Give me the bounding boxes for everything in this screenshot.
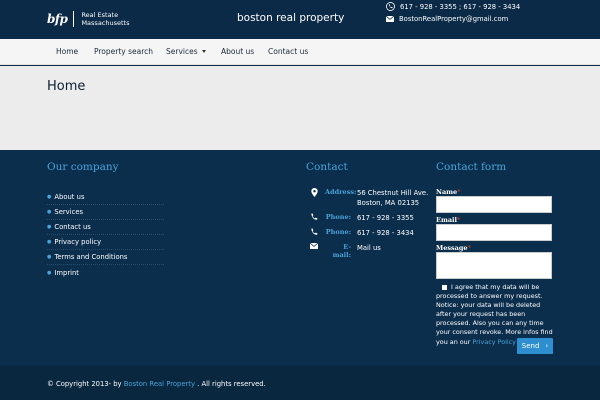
phone2-label: Phone:: [325, 228, 351, 236]
required-mark: *: [457, 188, 461, 196]
company-link-about-us[interactable]: ● About us: [47, 190, 164, 205]
company-link-services[interactable]: ● Services: [47, 205, 164, 220]
email-label-text: Email: [436, 216, 457, 224]
location-pin-icon: [309, 188, 319, 197]
message-label: Message*: [436, 244, 471, 252]
link-label: Services: [54, 208, 84, 216]
phone-icon: [386, 2, 395, 11]
required-mark: *: [467, 244, 471, 252]
header-phone: 617 - 928 - 3355 ; 617 - 928 - 3434: [386, 2, 520, 11]
logo-divider: [73, 11, 75, 27]
nav-item-services[interactable]: Services: [166, 39, 198, 65]
site-header: bfp Real Estate Massachusetts boston rea…: [0, 0, 600, 39]
company-link-terms[interactable]: ● Terms and Conditions: [47, 250, 164, 265]
name-input[interactable]: [436, 196, 552, 213]
bullet-icon: ●: [47, 194, 52, 200]
contact-email: E-mail: Mail us: [309, 243, 381, 259]
nav-item-property-search[interactable]: Property search: [94, 39, 153, 65]
nav-item-about-us[interactable]: About us: [221, 39, 254, 65]
main-content: Home: [0, 66, 600, 150]
copyright-suffix: . All rights reserved.: [194, 380, 266, 388]
email-label: E-mail:: [332, 243, 351, 259]
name-label: Name*: [436, 188, 461, 196]
company-link-imprint[interactable]: ● Imprint: [47, 265, 164, 280]
contact-phone-2: Phone: 617 - 928 - 3434: [309, 228, 414, 238]
contact-address: Address: 56 Chestnut Hill Ave. Boston, M…: [309, 188, 428, 208]
mail-icon: [386, 16, 394, 22]
company-links: ● About us ● Services ● Contact us ● Privacy…: [47, 190, 164, 280]
page-title: Home: [47, 79, 86, 94]
site-name: boston real property: [237, 12, 345, 24]
link-label: Contact us: [54, 223, 91, 231]
company-title: Our company: [47, 161, 119, 173]
required-mark: *: [456, 216, 461, 224]
nav-item-home[interactable]: Home: [56, 39, 78, 65]
contact-form-title: Contact form: [436, 161, 507, 173]
address-label: Address:: [325, 188, 357, 196]
bullet-icon: ●: [47, 239, 52, 245]
bullet-icon: ●: [47, 224, 52, 230]
copyright-link[interactable]: Boston Real Property: [124, 380, 195, 388]
send-label: Send: [521, 342, 540, 350]
company-link-privacy-policy[interactable]: ● Privacy policy: [47, 235, 164, 250]
phone-icon: [309, 228, 319, 236]
contact-title: Contact: [306, 161, 348, 173]
header-email-text: BostonRealProperty@gmail.com: [399, 15, 509, 23]
email-input[interactable]: [436, 224, 552, 241]
consent-text: I agree that my data will be processed t…: [436, 283, 553, 346]
send-button[interactable]: Send ›: [517, 338, 553, 354]
logo-mark: bfp: [47, 12, 68, 26]
logo-line-2: Massachusetts: [81, 19, 130, 27]
link-label: Privacy policy: [54, 238, 102, 246]
name-label-text: Name: [436, 188, 458, 196]
message-label-text: Message: [436, 244, 468, 252]
logo-text: Real Estate Massachusetts: [81, 11, 129, 27]
header-email[interactable]: BostonRealProperty@gmail.com: [386, 15, 508, 23]
copyright-prefix: © Copyright 2013- by: [47, 380, 124, 388]
email-field-label: Email*: [436, 216, 460, 224]
phone1-label: Phone:: [325, 213, 351, 221]
header-phone-text: 617 - 928 - 3355 ; 617 - 928 - 3434: [400, 2, 521, 11]
chevron-down-icon[interactable]: [202, 50, 206, 53]
bullet-icon: ●: [47, 269, 52, 276]
consent-checkbox[interactable]: [442, 284, 447, 290]
address-value: 56 Chestnut Hill Ave. Boston, MA 02135: [357, 188, 428, 208]
message-textarea[interactable]: [436, 252, 552, 279]
phone2-value[interactable]: 617 - 928 - 3434: [357, 228, 414, 238]
logo-line-1: Real Estate: [81, 11, 119, 19]
address-line-2: Boston, MA 02135: [357, 199, 420, 207]
bullet-icon: ●: [47, 254, 52, 260]
company-link-contact-us[interactable]: ● Contact us: [47, 220, 164, 235]
phone1-value[interactable]: 617 - 928 - 3355: [357, 213, 414, 223]
chevron-right-icon: ›: [545, 342, 549, 350]
nav-item-contact-us[interactable]: Contact us: [268, 39, 308, 65]
phone-icon: [309, 213, 319, 221]
contact-phone-1: Phone: 617 - 928 - 3355: [309, 213, 414, 223]
bullet-icon: ●: [47, 209, 52, 215]
link-label: Terms and Conditions: [54, 253, 128, 261]
mail-icon: [309, 243, 319, 249]
link-label: About us: [54, 193, 85, 201]
logo[interactable]: bfp Real Estate Massachusetts: [47, 11, 129, 27]
privacy-policy-link[interactable]: Privacy Policy: [472, 338, 516, 346]
main-nav: Home Property search Services About us C…: [0, 39, 600, 65]
copyright-bar: © Copyright 2013- by Boston Real Propert…: [0, 366, 600, 400]
copyright: © Copyright 2013- by Boston Real Propert…: [47, 380, 266, 388]
email-link[interactable]: Mail us: [357, 243, 381, 253]
link-label: Imprint: [54, 268, 79, 277]
address-line-1: 56 Chestnut Hill Ave.: [357, 189, 429, 197]
